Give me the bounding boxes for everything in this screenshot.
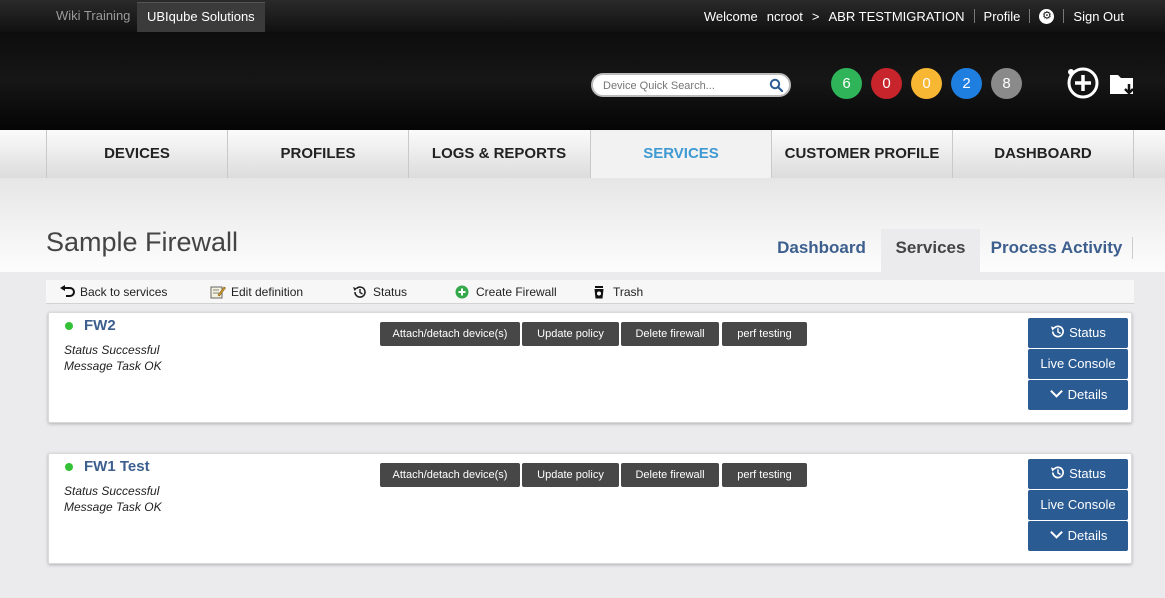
edit-definition-label: Edit definition — [231, 285, 304, 299]
profile-link[interactable]: Profile — [984, 9, 1021, 24]
perf-testing-button[interactable]: perf testing — [722, 322, 807, 346]
nav-dashboard[interactable]: DASHBOARD — [952, 130, 1133, 178]
chevron-down-icon — [1049, 389, 1063, 398]
create-firewall-button[interactable]: Create Firewall — [455, 285, 557, 299]
nav-logs-reports[interactable]: LOGS & REPORTS — [408, 130, 589, 178]
attach-detach-button[interactable]: Attach/detach device(s) — [380, 322, 520, 346]
subtab-dashboard[interactable]: Dashboard — [770, 229, 873, 272]
status-dot-icon — [65, 322, 73, 330]
service-toolbar: Back to services Edit definition Status … — [46, 280, 1134, 304]
firewall-status-text: Status Successful — [64, 484, 160, 498]
divider — [973, 9, 975, 23]
history-icon — [1051, 325, 1064, 338]
chevron-down-icon — [1049, 530, 1063, 539]
nav-devices[interactable]: DEVICES — [46, 130, 227, 178]
divider — [1133, 130, 1134, 178]
status-badge-grey[interactable]: 8 — [991, 68, 1022, 99]
edit-icon — [210, 286, 226, 299]
nav-customer-profile[interactable]: CUSTOMER PROFILE — [771, 130, 952, 178]
firewall-message-text: Message Task OK — [64, 500, 162, 514]
delete-firewall-button[interactable]: Delete firewall — [621, 463, 719, 487]
update-policy-button[interactable]: Update policy — [522, 463, 619, 487]
back-arrow-icon — [60, 285, 75, 297]
status-badge-red[interactable]: 0 — [871, 68, 902, 99]
firewall-message-text: Message Task OK — [64, 359, 162, 373]
trash-button[interactable]: Trash — [592, 285, 643, 299]
status-dot-icon — [65, 463, 73, 471]
top-bar: Wiki Training UBIqube Solutions Welcome … — [0, 0, 1165, 32]
details-label: Details — [1067, 528, 1108, 543]
sign-out-link[interactable]: Sign Out — [1073, 9, 1124, 24]
details-button[interactable]: Details — [1028, 521, 1128, 551]
device-search — [591, 73, 791, 97]
create-firewall-label: Create Firewall — [476, 285, 557, 299]
page-title: Sample Firewall — [46, 227, 239, 257]
main-nav: DEVICES PROFILES LOGS & REPORTS SERVICES… — [0, 130, 1165, 182]
firewall-status-text: Status Successful — [64, 343, 160, 357]
service-card: FW1 Test Status Successful Message Task … — [48, 453, 1132, 564]
live-console-button[interactable]: Live Console — [1028, 349, 1128, 379]
customer-link[interactable]: ABR TESTMIGRATION — [829, 9, 965, 24]
status-side-label: Status — [1069, 466, 1106, 481]
subtab-process-activity[interactable]: Process Activity — [990, 229, 1123, 272]
trash-label: Trash — [613, 285, 644, 299]
attach-detach-button[interactable]: Attach/detach device(s) — [380, 463, 520, 487]
back-to-services-button[interactable]: Back to services — [59, 285, 167, 299]
status-badge-green[interactable]: 6 — [831, 68, 862, 99]
back-to-services-label: Back to services — [80, 285, 168, 299]
nav-services[interactable]: SERVICES — [590, 130, 771, 182]
welcome-label: Welcome — [703, 8, 758, 24]
status-side-label: Status — [1069, 325, 1106, 340]
history-icon — [353, 286, 366, 298]
breadcrumb-arrow: > — [811, 8, 820, 24]
history-icon — [1051, 466, 1064, 479]
add-circle-icon[interactable] — [1066, 66, 1100, 100]
status-badge-blue[interactable]: 2 — [951, 68, 982, 99]
search-icon[interactable] — [769, 78, 783, 92]
divider — [1029, 9, 1031, 23]
trash-icon — [594, 286, 604, 299]
firewall-name-link[interactable]: FW2 — [84, 317, 116, 334]
user-menu: Welcome ncroot > ABR TESTMIGRATION Profi… — [695, 0, 1124, 32]
details-button[interactable]: Details — [1028, 380, 1128, 410]
delete-firewall-button[interactable]: Delete firewall — [621, 322, 719, 346]
plus-circle-icon — [455, 285, 469, 299]
status-side-button[interactable]: Status — [1028, 318, 1128, 348]
tab-ubiqube-solutions[interactable]: UBIqube Solutions — [137, 2, 265, 32]
update-policy-button[interactable]: Update policy — [522, 322, 619, 346]
status-label: Status — [373, 285, 408, 299]
settings-gear-icon[interactable]: ⚙ — [1039, 8, 1055, 24]
device-search-input[interactable] — [603, 77, 763, 94]
subtab-services[interactable]: Services — [881, 229, 980, 272]
folder-download-icon[interactable] — [1105, 66, 1139, 100]
live-console-button[interactable]: Live Console — [1028, 490, 1128, 520]
header-band: 6 0 0 2 8 — [0, 32, 1165, 130]
status-button[interactable]: Status — [352, 285, 407, 299]
divider — [1132, 237, 1133, 259]
nav-profiles[interactable]: PROFILES — [227, 130, 408, 178]
username: ncroot — [766, 8, 803, 24]
status-side-button[interactable]: Status — [1028, 459, 1128, 489]
edit-definition-button[interactable]: Edit definition — [210, 285, 303, 299]
details-label: Details — [1067, 387, 1108, 402]
status-badge-yellow[interactable]: 0 — [911, 68, 942, 99]
firewall-name-link[interactable]: FW1 Test — [84, 458, 150, 475]
divider — [1063, 9, 1065, 23]
tab-wiki-training[interactable]: Wiki Training — [46, 2, 140, 32]
service-card: FW2 Status Successful Message Task OK At… — [48, 312, 1132, 423]
perf-testing-button[interactable]: perf testing — [722, 463, 807, 487]
